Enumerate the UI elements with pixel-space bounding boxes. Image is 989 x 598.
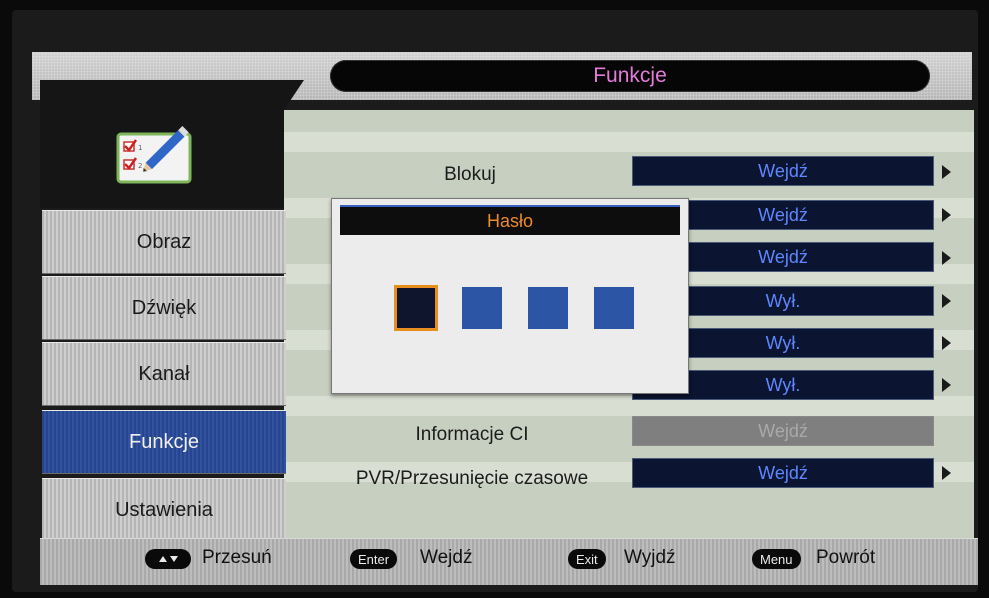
arrow-up-icon bbox=[158, 556, 167, 562]
sidebar-item-obraz[interactable]: Obraz bbox=[42, 210, 286, 274]
enter-hint: Wejdź bbox=[420, 547, 473, 568]
enter-key: Enter bbox=[350, 549, 398, 569]
pin-digit-2[interactable] bbox=[462, 287, 502, 329]
sidebar-item-label: Kanał bbox=[138, 362, 190, 385]
sidebar-header-slant bbox=[284, 80, 304, 110]
chevron-right-icon[interactable] bbox=[942, 336, 951, 350]
checklist-pencil-icon: 1 2 bbox=[116, 125, 192, 184]
chevron-right-icon[interactable] bbox=[942, 466, 951, 480]
row-stripe bbox=[284, 132, 974, 152]
chevron-right-icon[interactable] bbox=[942, 378, 951, 392]
title-bar: Funkcje bbox=[330, 60, 930, 92]
sidebar-item-label: Ustawienia bbox=[115, 498, 213, 521]
option-value-disabled: Wejdź bbox=[632, 416, 934, 446]
sidebar-item-kanal[interactable]: Kanał bbox=[42, 342, 286, 406]
sidebar-item-funkcje[interactable]: Funkcje bbox=[42, 410, 286, 474]
pin-digit-3[interactable] bbox=[528, 287, 568, 329]
menu-key: Menu bbox=[752, 549, 801, 569]
sidebar-item-label: Dźwięk bbox=[131, 296, 197, 319]
exit-hint: Wyjdź bbox=[624, 547, 676, 568]
option-label-informacje-ci: Informacje CI bbox=[415, 424, 529, 445]
chevron-right-icon[interactable] bbox=[942, 208, 951, 222]
chevron-right-icon[interactable] bbox=[942, 251, 951, 265]
sidebar-item-ustawienia[interactable]: Ustawienia bbox=[42, 478, 286, 542]
dialog-title: Hasło bbox=[340, 205, 680, 235]
pin-digit-4[interactable] bbox=[594, 287, 634, 329]
option-value[interactable]: Wejdź bbox=[632, 458, 934, 488]
arrow-down-icon bbox=[169, 556, 178, 562]
svg-text:2: 2 bbox=[138, 162, 142, 170]
up-down-key bbox=[145, 549, 191, 569]
pin-digit-1[interactable] bbox=[394, 285, 438, 331]
move-hint: Przesuń bbox=[202, 547, 272, 568]
svg-text:1: 1 bbox=[138, 144, 142, 152]
chevron-right-icon[interactable] bbox=[942, 165, 951, 179]
sidebar-item-label: Obraz bbox=[136, 230, 192, 253]
menu-hint: Powrót bbox=[816, 547, 876, 568]
option-label-pvr: PVR/Przesunięcie czasowe bbox=[355, 468, 589, 489]
sidebar-item-dzwiek[interactable]: Dźwięk bbox=[42, 276, 286, 340]
chevron-right-icon[interactable] bbox=[942, 294, 951, 308]
sidebar-item-label: Funkcje bbox=[128, 430, 200, 453]
option-value[interactable]: Wejdź bbox=[632, 156, 934, 186]
exit-key: Exit bbox=[568, 549, 606, 569]
page-title: Funkcje bbox=[593, 64, 667, 87]
password-dialog: Hasło bbox=[331, 198, 689, 394]
option-label-blokuj: Blokuj bbox=[444, 164, 496, 185]
